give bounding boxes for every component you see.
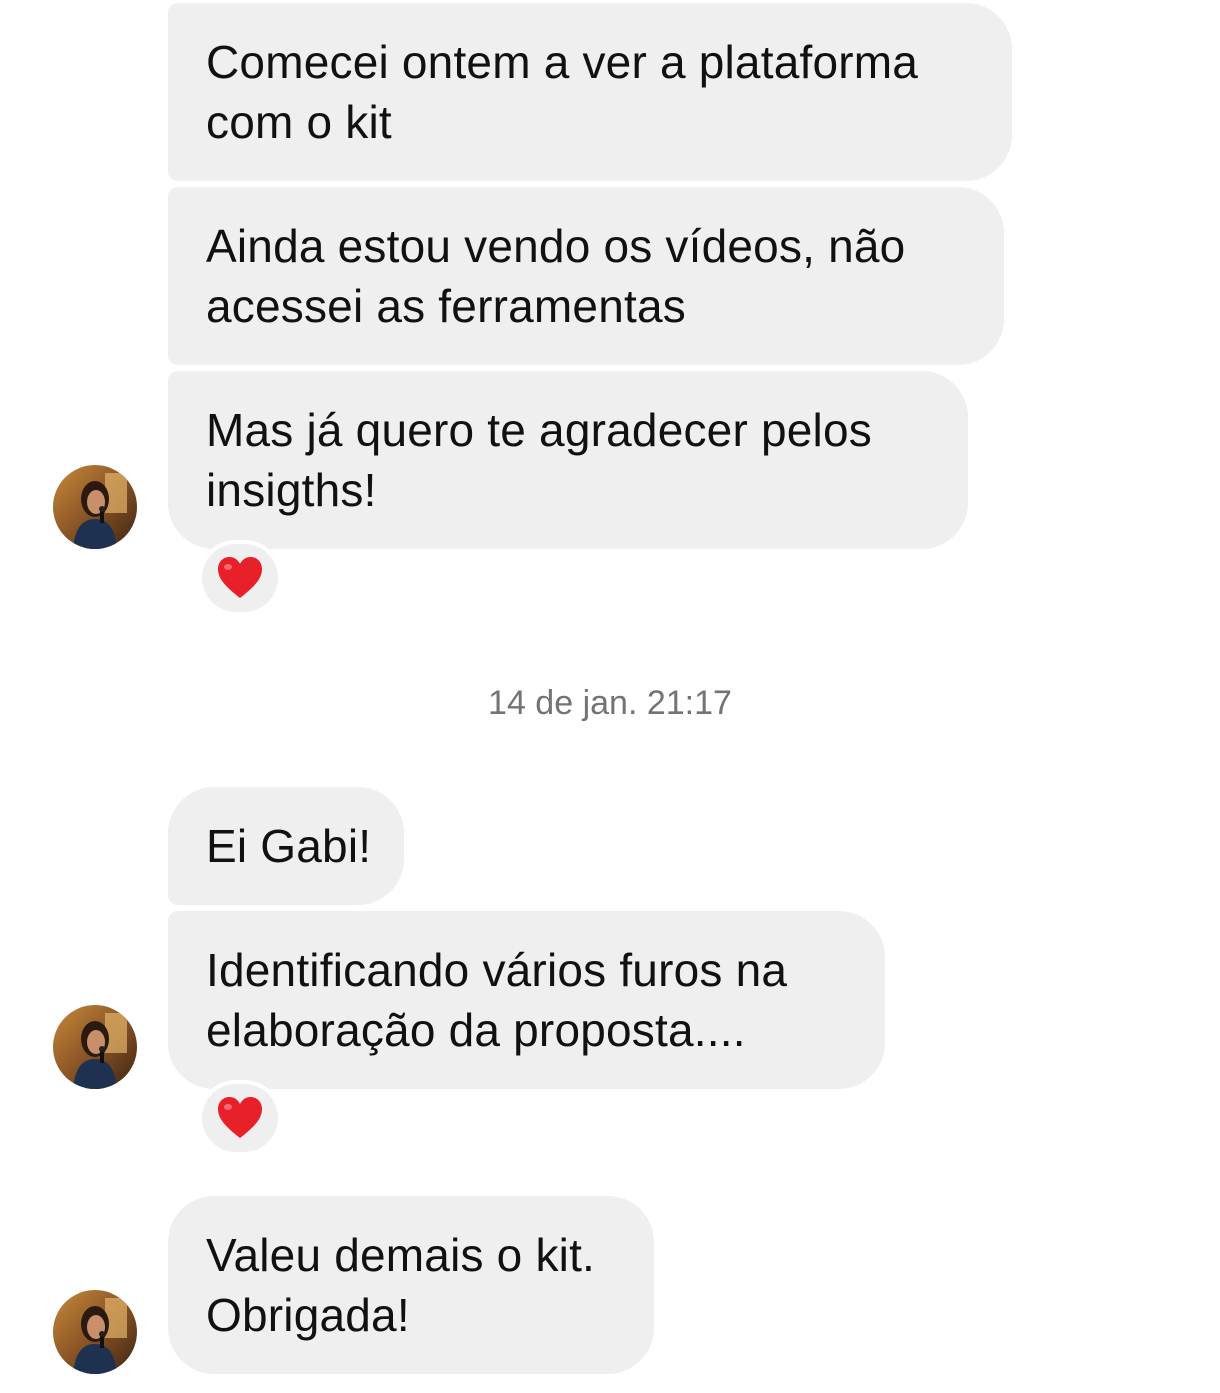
message-text: Identificando vários furos na elaboração…: [206, 944, 788, 1056]
profile-photo-avatar-icon: [53, 465, 137, 549]
red-heart-icon: [218, 1097, 262, 1138]
sender-avatar[interactable]: [53, 1290, 137, 1374]
message-text: Comecei ontem a ver a plataforma com o k…: [206, 36, 919, 148]
message-text: Mas já quero te agradecer pelos insigths…: [206, 404, 872, 516]
message-text: Ainda estou vendo os vídeos, não acessei…: [206, 220, 906, 332]
message-bubble[interactable]: Identificando vários furos na elaboração…: [168, 911, 885, 1089]
message-timestamp: 14 de jan. 21:17: [488, 684, 732, 722]
red-heart-icon: [218, 557, 262, 598]
sender-avatar[interactable]: [53, 1005, 137, 1089]
message-bubble[interactable]: Valeu demais o kit. Obrigada!: [168, 1196, 654, 1374]
reaction-badge[interactable]: [198, 1080, 282, 1156]
profile-photo-avatar-icon: [53, 1290, 137, 1374]
sender-avatar[interactable]: [53, 465, 137, 549]
reaction-badge[interactable]: [198, 540, 282, 616]
profile-photo-avatar-icon: [53, 1005, 137, 1089]
message-text: Ei Gabi!: [206, 820, 372, 872]
message-bubble[interactable]: Comecei ontem a ver a plataforma com o k…: [168, 3, 1012, 181]
message-text: Valeu demais o kit. Obrigada!: [206, 1229, 596, 1341]
message-bubble[interactable]: Ei Gabi!: [168, 787, 404, 905]
message-bubble[interactable]: Ainda estou vendo os vídeos, não acessei…: [168, 187, 1004, 365]
message-bubble[interactable]: Mas já quero te agradecer pelos insigths…: [168, 371, 968, 549]
